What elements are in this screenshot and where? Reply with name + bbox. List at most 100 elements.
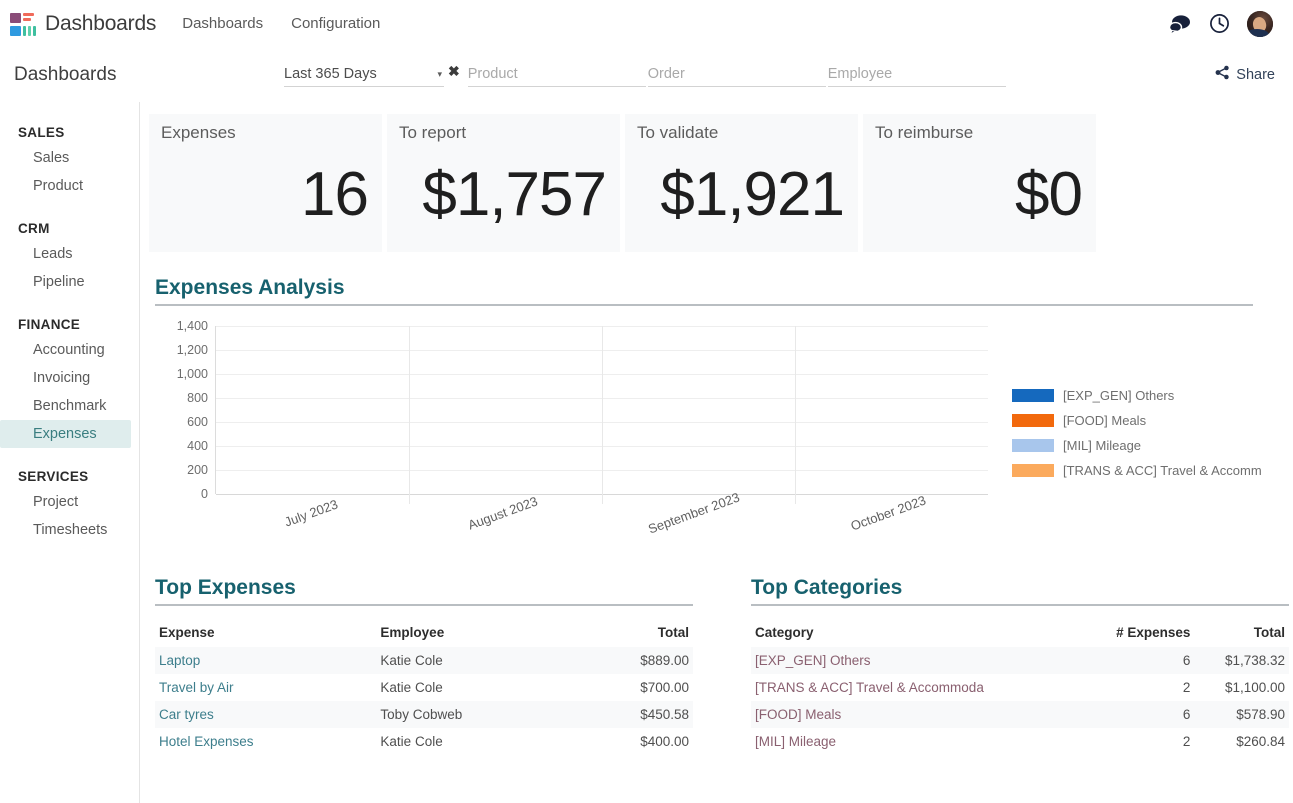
table-row[interactable]: LaptopKatie Cole$889.00: [155, 647, 693, 674]
col-category: Category: [751, 622, 1080, 647]
top-expenses-table: Expense Employee Total LaptopKatie Cole$…: [155, 622, 693, 755]
kpi-label-to-reimburse: To reimburse: [875, 123, 1084, 143]
chart-bar-column[interactable]: October 2023: [795, 326, 988, 494]
sidebar-group-sales: SALES: [0, 125, 139, 144]
kpi-card-to-reimburse[interactable]: To reimburse $0: [863, 114, 1096, 252]
sidebar-group-services: SERVICES: [0, 469, 139, 488]
sidebar-item-pipeline[interactable]: Pipeline: [0, 268, 131, 296]
legend-color-swatch: [1012, 464, 1054, 477]
navbar-right-actions: [1168, 11, 1281, 37]
col-expense: Expense: [155, 622, 376, 647]
x-axis-tick-label: August 2023: [465, 494, 539, 533]
y-axis-tick-label: 200: [187, 463, 216, 477]
table-row[interactable]: Hotel ExpensesKatie Cole$400.00: [155, 728, 693, 755]
share-nodes-icon: [1215, 65, 1230, 84]
x-axis-tick-label: July 2023: [282, 496, 339, 529]
filter-facet-date[interactable]: Last 365 Days ▾: [284, 62, 444, 87]
main-content: Expenses 16 To report $1,757 To validate…: [140, 102, 1293, 803]
table-row[interactable]: [MIL] Mileage2$260.84: [751, 728, 1289, 755]
kpi-value-expenses: 16: [161, 143, 370, 246]
kpi-card-to-report[interactable]: To report $1,757: [387, 114, 620, 252]
search-filter-group: Last 365 Days ▾ ✖ Product Order Employee: [284, 62, 1008, 87]
cell-total: $1,738.32: [1194, 647, 1289, 674]
chart-legend-item[interactable]: [FOOD] Meals: [1012, 413, 1262, 428]
search-input-product-placeholder: Product: [468, 66, 518, 82]
cell-expense[interactable]: Laptop: [155, 647, 376, 674]
chart-legend-item[interactable]: [MIL] Mileage: [1012, 438, 1262, 453]
top-expenses-block: Top Expenses Expense Employee Total Lapt…: [149, 576, 693, 755]
kpi-value-to-validate: $1,921: [637, 143, 846, 246]
sidebar-item-expenses[interactable]: Expenses: [0, 420, 131, 448]
search-input-employee-placeholder: Employee: [828, 66, 892, 82]
filter-facet-date-label: Last 365 Days: [284, 66, 377, 82]
section-title-top-expenses: Top Expenses: [155, 576, 693, 606]
kpi-card-to-validate[interactable]: To validate $1,921: [625, 114, 858, 252]
cell-num-expenses: 2: [1080, 728, 1194, 755]
cell-category[interactable]: [MIL] Mileage: [751, 728, 1080, 755]
sidebar-item-product[interactable]: Product: [0, 172, 131, 200]
legend-color-swatch: [1012, 439, 1054, 452]
table-row[interactable]: Travel by AirKatie Cole$700.00: [155, 674, 693, 701]
cell-expense[interactable]: Hotel Expenses: [155, 728, 376, 755]
legend-label: [TRANS & ACC] Travel & Accomm: [1063, 463, 1262, 478]
table-row[interactable]: [EXP_GEN] Others6$1,738.32: [751, 647, 1289, 674]
kpi-value-to-reimburse: $0: [875, 143, 1084, 246]
chat-bubble-icon[interactable]: [1168, 14, 1192, 34]
sidebar-group-crm: CRM: [0, 221, 139, 240]
app-logo-icon: [10, 13, 36, 35]
share-button[interactable]: Share: [1215, 65, 1281, 84]
chart-legend-item[interactable]: [EXP_GEN] Others: [1012, 388, 1262, 403]
y-axis-tick-label: 1,200: [177, 343, 216, 357]
cell-expense[interactable]: Travel by Air: [155, 674, 376, 701]
brand-title: Dashboards: [45, 12, 156, 36]
chart-legend-item[interactable]: [TRANS & ACC] Travel & Accomm: [1012, 463, 1262, 478]
legend-label: [FOOD] Meals: [1063, 413, 1146, 428]
body-wrapper: SALES Sales Product CRM Leads Pipeline F…: [0, 102, 1293, 803]
cell-category[interactable]: [TRANS & ACC] Travel & Accommoda: [751, 674, 1080, 701]
chart-bar-column[interactable]: August 2023: [409, 326, 602, 494]
expenses-analysis-chart: 02004006008001,0001,2001,400July 2023Aug…: [155, 320, 1293, 550]
col-total: Total: [1194, 622, 1289, 647]
sidebar-item-timesheets[interactable]: Timesheets: [0, 516, 131, 544]
y-axis-tick-label: 0: [201, 487, 216, 501]
nav-item-dashboards[interactable]: Dashboards: [182, 15, 263, 32]
search-input-order[interactable]: Order: [648, 62, 826, 87]
y-axis-tick-label: 1,000: [177, 367, 216, 381]
sidebar-item-benchmark[interactable]: Benchmark: [0, 392, 131, 420]
avatar[interactable]: [1247, 11, 1273, 37]
cell-employee: Katie Cole: [376, 647, 570, 674]
cell-total: $450.58: [570, 701, 693, 728]
kpi-value-to-report: $1,757: [399, 143, 608, 246]
cell-category[interactable]: [FOOD] Meals: [751, 701, 1080, 728]
cell-expense[interactable]: Car tyres: [155, 701, 376, 728]
table-row[interactable]: Car tyresToby Cobweb$450.58: [155, 701, 693, 728]
sidebar-item-project[interactable]: Project: [0, 488, 131, 516]
table-row[interactable]: [TRANS & ACC] Travel & Accommoda2$1,100.…: [751, 674, 1289, 701]
kpi-card-row: Expenses 16 To report $1,757 To validate…: [149, 114, 1293, 252]
sidebar-item-accounting[interactable]: Accounting: [0, 336, 131, 364]
chevron-down-icon[interactable]: ▾: [437, 69, 444, 80]
chart-bars: July 2023August 2023September 2023Octobe…: [216, 326, 988, 494]
cell-total: $700.00: [570, 674, 693, 701]
section-title-top-categories: Top Categories: [751, 576, 1289, 606]
sidebar-item-leads[interactable]: Leads: [0, 240, 131, 268]
cell-num-expenses: 6: [1080, 647, 1194, 674]
chart-plot-area[interactable]: 02004006008001,0001,2001,400July 2023Aug…: [215, 326, 988, 494]
clock-icon[interactable]: [1209, 13, 1230, 34]
chart-bar-column[interactable]: July 2023: [216, 326, 409, 494]
table-row[interactable]: [FOOD] Meals6$578.90: [751, 701, 1289, 728]
cell-employee: Katie Cole: [376, 728, 570, 755]
nav-item-configuration[interactable]: Configuration: [291, 15, 380, 32]
kpi-card-expenses[interactable]: Expenses 16: [149, 114, 382, 252]
x-axis-tick-label: October 2023: [848, 493, 927, 534]
chart-bar-column[interactable]: September 2023: [602, 326, 795, 494]
search-input-employee[interactable]: Employee: [828, 62, 1006, 87]
search-input-product[interactable]: Product: [468, 62, 646, 87]
cell-category[interactable]: [EXP_GEN] Others: [751, 647, 1080, 674]
sidebar-item-sales[interactable]: Sales: [0, 144, 131, 172]
y-axis-tick-label: 1,400: [177, 319, 216, 333]
sidebar-item-invoicing[interactable]: Invoicing: [0, 364, 131, 392]
legend-label: [EXP_GEN] Others: [1063, 388, 1174, 403]
control-panel: Dashboards Last 365 Days ▾ ✖ Product Ord…: [0, 47, 1293, 102]
close-icon[interactable]: ✖: [448, 62, 460, 80]
